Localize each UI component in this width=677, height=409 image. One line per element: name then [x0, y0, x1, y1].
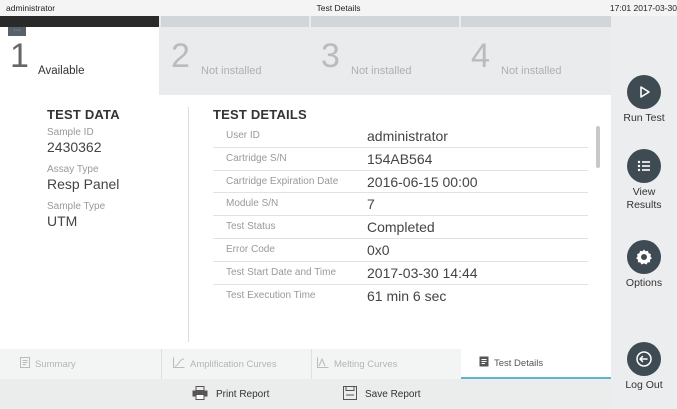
detail-value: 154AB564 — [367, 150, 433, 167]
detail-value: 61 min 6 sec — [367, 287, 447, 304]
module-slot-2[interactable]: 2 Not installed — [161, 16, 309, 95]
test-data-section: TEST DATA Sample ID 2430362 Assay Type R… — [47, 107, 187, 229]
detail-row: User ID administrator — [213, 125, 588, 148]
module-slot-4[interactable]: 4 Not installed — [461, 16, 611, 95]
slot-status-strip — [0, 16, 159, 27]
save-report-label: Save Report — [365, 388, 421, 400]
tab-divider — [161, 349, 162, 379]
options-label: Options — [625, 277, 663, 289]
detail-value: 2016-06-15 00:00 — [367, 173, 478, 190]
clock: 17:01 2017-03-30 — [609, 3, 677, 13]
detail-value: administrator — [367, 128, 448, 144]
print-report-button[interactable]: Print Report — [192, 379, 269, 409]
slot-status-strip — [161, 16, 309, 27]
detail-label: Test Execution Time — [226, 289, 316, 301]
sample-type-label: Sample Type — [47, 201, 106, 212]
test-details-heading: TEST DETAILS — [213, 107, 307, 122]
test-details-panel: TEST DATA Sample ID 2430362 Assay Type R… — [0, 95, 611, 349]
tab-amplification-curves[interactable]: Amplification Curves — [173, 349, 277, 379]
tab-summary-label: Summary — [35, 358, 76, 370]
save-icon — [343, 385, 357, 403]
play-icon — [627, 75, 661, 109]
detail-label: Test Status — [226, 221, 276, 233]
detail-value: 7 — [367, 196, 375, 213]
view-results-label: View Results — [626, 186, 662, 211]
detail-value: Completed — [367, 219, 435, 236]
detail-label: Cartridge Expiration Date — [226, 175, 339, 187]
tab-test-details-label: Test Details — [494, 357, 544, 369]
melting-icon — [317, 357, 329, 371]
test-details-section: TEST DETAILS User ID administrator Cartr… — [213, 107, 588, 307]
gear-icon — [627, 240, 661, 274]
details-scrollbar[interactable] — [596, 126, 600, 168]
amplification-icon — [173, 357, 185, 371]
assay-type-label: Assay Type — [47, 164, 99, 175]
slot-number: 4 — [471, 37, 490, 75]
slot-status: Not installed — [351, 65, 412, 77]
tab-amplification-label: Amplification Curves — [190, 358, 277, 370]
slot-status: Available — [38, 65, 85, 77]
slot-status: Not installed — [501, 65, 562, 77]
report-action-bar: Print Report Save Report — [0, 379, 611, 409]
slot-status: Not installed — [201, 65, 262, 77]
detail-label: Module S/N — [226, 198, 279, 210]
logout-icon — [627, 342, 661, 376]
detail-row: Cartridge Expiration Date 2016-06-15 00:… — [213, 171, 588, 194]
log-out-button[interactable]: Log Out — [611, 342, 677, 392]
main-nav-sidebar: Run Test View Results Options Log Out — [611, 16, 677, 409]
slot-status-strip — [311, 16, 459, 27]
details-icon — [479, 356, 489, 370]
top-status-bar: administrator Test Details 17:01 2017-03… — [0, 0, 677, 16]
test-data-heading: TEST DATA — [47, 107, 120, 122]
printer-icon — [192, 385, 208, 403]
detail-row: Test Start Date and Time 2017-03-30 14:4… — [213, 262, 588, 285]
detail-label: Error Code — [226, 243, 275, 255]
list-icon — [627, 149, 661, 183]
view-results-button[interactable]: View Results — [611, 149, 677, 212]
detail-row: Cartridge S/N 154AB564 — [213, 148, 588, 171]
summary-icon — [20, 357, 30, 371]
options-button[interactable]: Options — [611, 240, 677, 290]
assay-type-value: Resp Panel — [47, 176, 120, 192]
detail-label: User ID — [226, 130, 260, 141]
result-tabs: Summary Amplification Curves Melting Cur… — [0, 349, 611, 379]
print-report-label: Print Report — [216, 388, 270, 400]
detail-value: 2017-03-30 14:44 — [367, 264, 478, 281]
run-test-button[interactable]: Run Test — [611, 75, 677, 125]
screen-title: Test Details — [316, 3, 361, 13]
section-divider — [188, 107, 189, 342]
tab-summary[interactable]: Summary — [20, 349, 76, 379]
sample-type-value: UTM — [47, 213, 78, 229]
run-test-label: Run Test — [623, 112, 665, 124]
tab-melting-curves[interactable]: Melting Curves — [317, 349, 397, 379]
slot-handle-icon: ··· — [8, 27, 26, 36]
tab-test-details[interactable]: Test Details — [461, 349, 611, 379]
sample-id-label: Sample ID — [47, 127, 94, 138]
slot-number: 2 — [171, 37, 190, 75]
slot-number: 1 — [10, 37, 29, 75]
log-out-label: Log Out — [625, 379, 663, 391]
save-report-button[interactable]: Save Report — [343, 379, 421, 409]
module-slot-1[interactable]: ··· 1 Available — [0, 16, 159, 95]
sample-id-value: 2430362 — [47, 139, 102, 155]
detail-value: 0x0 — [367, 241, 390, 258]
detail-label: Test Start Date and Time — [226, 266, 337, 278]
module-slots: ··· 1 Available 2 Not installed 3 Not in… — [0, 16, 611, 95]
tab-melting-label: Melting Curves — [334, 358, 398, 370]
detail-row: Error Code 0x0 — [213, 239, 588, 262]
detail-row: Test Status Completed — [213, 216, 588, 239]
detail-label: Cartridge S/N — [226, 152, 287, 164]
detail-row: Test Execution Time 61 min 6 sec — [213, 285, 588, 308]
tab-divider — [311, 349, 312, 379]
slot-status-strip — [461, 16, 611, 27]
slot-number: 3 — [321, 37, 340, 75]
module-slot-3[interactable]: 3 Not installed — [311, 16, 459, 95]
detail-row: Module S/N 7 — [213, 193, 588, 217]
